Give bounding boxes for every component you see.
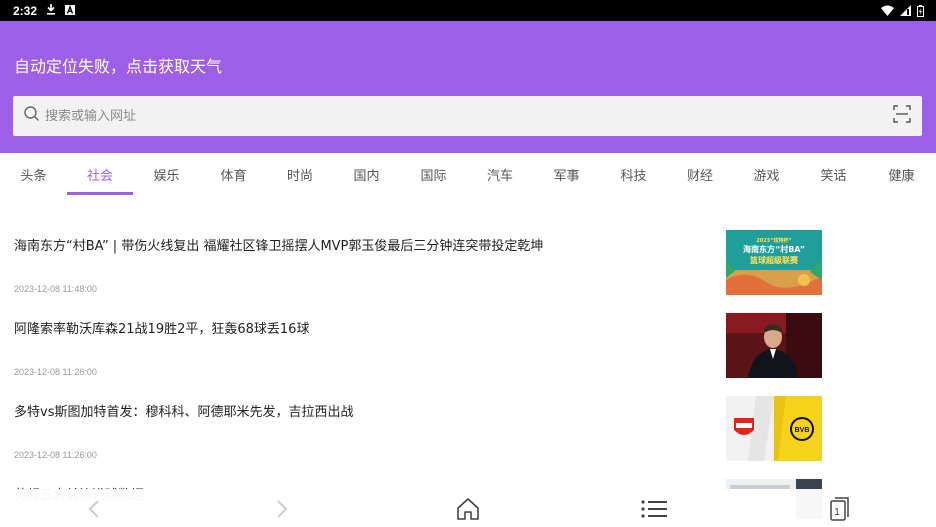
tab-count: 1 — [834, 507, 840, 518]
news-title[interactable]: 多特vs斯图加特首发：穆科科、阿德耶米先发，吉拉西出战 — [14, 401, 704, 420]
news-title[interactable]: 阿隆索率勒沃库森21战19胜2平，狂轰68球丢16球 — [14, 318, 704, 337]
news-item[interactable]: 多特vs斯图加特首发：穆科科、阿德耶米先发，吉拉西出战 2023-12-08 1… — [0, 379, 936, 462]
chevron-right-icon — [277, 500, 288, 518]
news-item[interactable]: 阿隆索率勒沃库森21战19胜2平，狂轰68球丢16球 2023-12-08 11… — [0, 296, 936, 379]
signal-icon — [900, 5, 911, 16]
tab-keji[interactable]: 科技 — [600, 153, 667, 195]
news-thumbnail[interactable]: BVB — [726, 396, 822, 461]
list-menu-icon — [641, 500, 667, 518]
news-time: 2023-12-08 11:26:00 — [14, 450, 97, 460]
thumb-text-line3: 篮球超级联赛 — [749, 255, 799, 265]
wifi-icon — [881, 5, 894, 16]
status-time: 2:32 — [13, 3, 38, 18]
tab-jiankang[interactable]: 健康 — [867, 153, 936, 195]
news-item[interactable]: 海南东方“村BA” | 带伤火线复出 福耀社区锋卫摇摆人MVP郭玉俊最后三分钟连… — [0, 213, 936, 296]
scan-icon[interactable] — [892, 104, 912, 128]
bottom-nav: 1 — [0, 489, 936, 527]
search-bar[interactable] — [13, 96, 922, 136]
tab-shehui[interactable]: 社会 — [67, 153, 133, 195]
header: 自动定位失败，点击获取天气 — [0, 21, 936, 153]
bvb-logo-text: BVB — [795, 427, 810, 434]
thumb-text-line2: 海南东方“村BA” — [743, 244, 805, 254]
news-thumbnail[interactable] — [726, 313, 822, 378]
search-input[interactable] — [45, 108, 892, 124]
active-tab-indicator — [67, 192, 133, 195]
tab-yule[interactable]: 娱乐 — [133, 153, 200, 195]
tab-shishang[interactable]: 时尚 — [267, 153, 333, 195]
news-time: 2023-12-08 11:48:00 — [14, 284, 97, 294]
forward-button[interactable] — [268, 495, 296, 523]
news-title[interactable]: 海南东方“村BA” | 带伤火线复出 福耀社区锋卫摇摆人MVP郭玉俊最后三分钟连… — [14, 235, 704, 254]
news-time: 2023-12-08 11:26:00 — [14, 367, 97, 377]
chevron-left-icon — [88, 500, 99, 518]
tab-tiyu[interactable]: 体育 — [200, 153, 267, 195]
download-icon — [46, 3, 56, 18]
tab-guoji[interactable]: 国际 — [400, 153, 467, 195]
news-thumbnail[interactable]: 2023“炫特杯” 海南东方“村BA” 篮球超级联赛 — [726, 230, 822, 295]
home-icon — [457, 498, 479, 520]
status-bar: 2:32 — [0, 0, 936, 21]
tab-youxi[interactable]: 游戏 — [733, 153, 800, 195]
menu-button[interactable] — [640, 495, 668, 523]
weather-prompt[interactable]: 自动定位失败，点击获取天气 — [14, 53, 222, 77]
tab-toutiao[interactable]: 头条 — [0, 153, 67, 195]
tab-xiaohua[interactable]: 笑话 — [800, 153, 867, 195]
tab-qiche[interactable]: 汽车 — [467, 153, 533, 195]
tab-guonei[interactable]: 国内 — [333, 153, 400, 195]
home-button[interactable] — [454, 495, 482, 523]
back-button[interactable] — [80, 495, 108, 523]
thumb-text-line1: 2023“炫特杯” — [756, 237, 792, 244]
a-badge-icon — [65, 4, 76, 18]
tab-caijing[interactable]: 财经 — [667, 153, 733, 195]
search-icon — [23, 105, 45, 127]
tab-junshi[interactable]: 军事 — [533, 153, 600, 195]
tabs-button[interactable]: 1 — [826, 495, 854, 523]
category-tabs: 头条 社会 娱乐 体育 时尚 国内 国际 汽车 军事 科技 财经 游戏 笑话 健… — [0, 153, 936, 197]
battery-icon — [917, 4, 924, 17]
